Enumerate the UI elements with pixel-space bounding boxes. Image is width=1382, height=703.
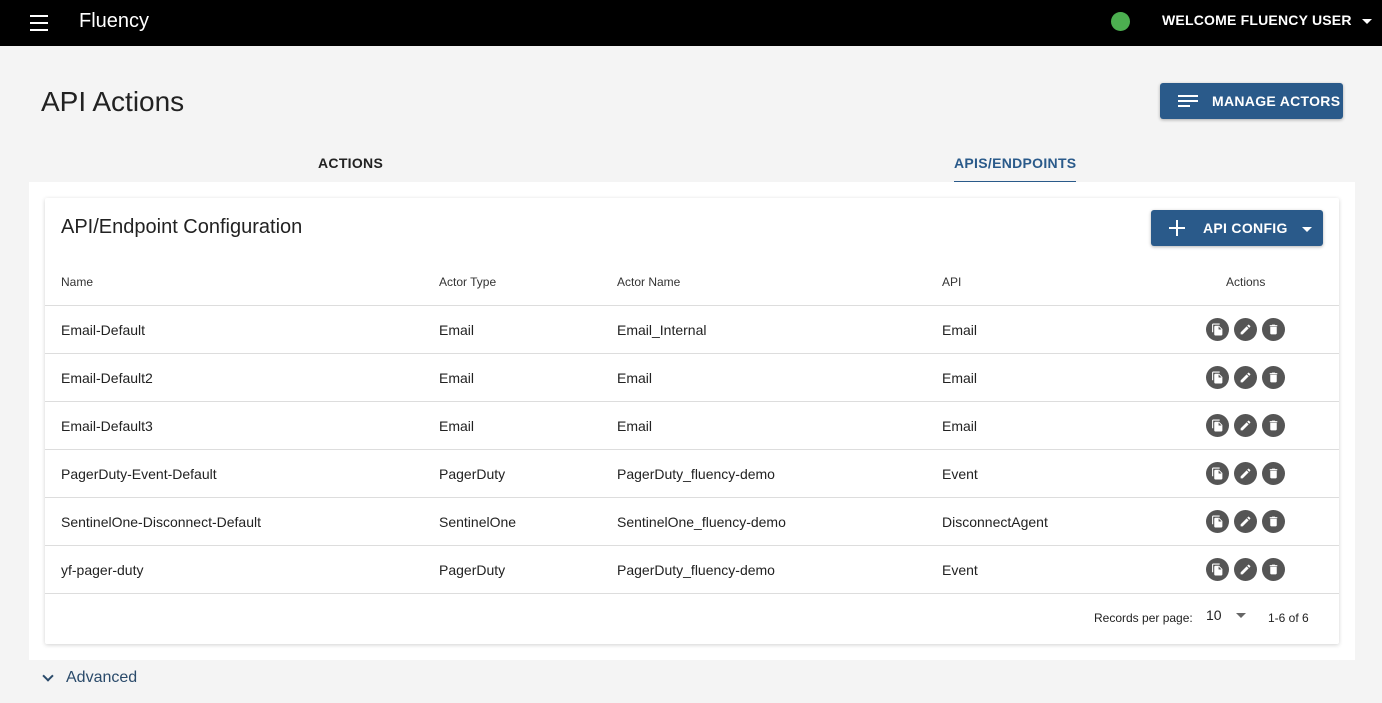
pagination-range: 1-6 of 6 xyxy=(1268,611,1309,625)
table-row: yf-pager-duty PagerDuty PagerDuty_fluency-… xyxy=(45,546,1339,594)
cell-name: SentinelOne-Disconnect-Default xyxy=(61,514,261,530)
cell-actor-type: PagerDuty xyxy=(439,466,506,482)
welcome-label: WELCOME FLUENCY USER xyxy=(1162,12,1352,28)
cell-api: Email xyxy=(942,370,978,386)
column-header-actions: Actions xyxy=(1226,275,1266,289)
records-per-page-select[interactable]: 10 xyxy=(1206,607,1246,623)
table-row: Email-Default2 Email Email Email xyxy=(45,354,1339,402)
row-actions xyxy=(1206,318,1285,341)
card-title: API/Endpoint Configuration xyxy=(61,216,303,238)
copy-icon[interactable] xyxy=(1206,510,1229,533)
manage-actors-button[interactable]: MANAGE ACTORS xyxy=(1160,83,1343,119)
table-footer: Records per page: 10 1-6 of 6 xyxy=(45,595,1339,643)
copy-icon[interactable] xyxy=(1206,318,1229,341)
cell-actor-type: Email xyxy=(439,322,475,338)
delete-icon[interactable] xyxy=(1262,462,1285,485)
edit-icon[interactable] xyxy=(1234,414,1257,437)
row-actions xyxy=(1206,558,1285,581)
cell-actor-type: PagerDuty xyxy=(439,562,506,578)
column-header-actor-type: Actor Type xyxy=(439,275,497,289)
list-icon xyxy=(1178,94,1198,108)
cell-api: Event xyxy=(942,466,978,482)
cell-name: PagerDuty-Event-Default xyxy=(61,466,217,482)
copy-icon[interactable] xyxy=(1206,462,1229,485)
manage-actors-label: MANAGE ACTORS xyxy=(1212,93,1341,109)
delete-icon[interactable] xyxy=(1262,510,1285,533)
cell-api: DisconnectAgent xyxy=(942,514,1048,530)
cell-actor-name: SentinelOne_fluency-demo xyxy=(617,514,786,530)
plus-icon xyxy=(1169,220,1185,236)
user-menu[interactable]: WELCOME FLUENCY USER xyxy=(1162,12,1372,28)
app-title: Fluency xyxy=(79,10,150,32)
cell-actor-name: Email xyxy=(617,418,653,434)
row-actions xyxy=(1206,414,1285,437)
delete-icon[interactable] xyxy=(1262,318,1285,341)
edit-icon[interactable] xyxy=(1234,366,1257,389)
cell-name: Email-Default2 xyxy=(61,370,153,386)
row-actions xyxy=(1206,366,1285,389)
caret-down-icon xyxy=(1301,227,1312,232)
cell-name: yf-pager-duty xyxy=(61,562,144,578)
menu-icon[interactable] xyxy=(24,12,54,34)
cell-name: Email-Default xyxy=(61,322,146,338)
cell-actor-name: Email xyxy=(617,370,653,386)
delete-icon[interactable] xyxy=(1262,366,1285,389)
caret-down-icon xyxy=(1361,19,1372,24)
cell-actor-type: Email xyxy=(439,370,475,386)
cell-api: Email xyxy=(942,418,978,434)
api-config-label: API CONFIG xyxy=(1203,220,1288,236)
cell-name: Email-Default3 xyxy=(61,418,153,434)
caret-down-icon xyxy=(1235,612,1246,618)
column-header-actor-name: Actor Name xyxy=(617,275,681,289)
copy-icon[interactable] xyxy=(1206,366,1229,389)
cell-api: Email xyxy=(942,322,978,338)
chevron-down-icon xyxy=(42,670,54,682)
status-indicator xyxy=(1111,12,1130,31)
cell-actor-name: PagerDuty_fluency-demo xyxy=(617,466,775,482)
page-title: API Actions xyxy=(41,86,185,117)
column-header-name: Name xyxy=(61,275,94,289)
column-header-api: API xyxy=(942,275,962,289)
delete-icon[interactable] xyxy=(1262,414,1285,437)
row-actions xyxy=(1206,510,1285,533)
table-header: Name Actor Type Actor Name API Actions xyxy=(45,260,1339,306)
edit-icon[interactable] xyxy=(1234,318,1257,341)
copy-icon[interactable] xyxy=(1206,558,1229,581)
cell-api: Event xyxy=(942,562,978,578)
tab-apis-endpoints[interactable]: APIS/ENDPOINTS xyxy=(954,155,1077,183)
cell-actor-type: SentinelOne xyxy=(439,514,517,530)
table-row: PagerDuty-Event-Default PagerDuty PagerDut… xyxy=(45,450,1339,498)
edit-icon[interactable] xyxy=(1234,510,1257,533)
row-actions xyxy=(1206,462,1285,485)
cell-actor-name: PagerDuty_fluency-demo xyxy=(617,562,775,578)
cell-actor-name: Email_Internal xyxy=(617,322,707,338)
edit-icon[interactable] xyxy=(1234,558,1257,581)
app-bar: Fluency WELCOME FLUENCY USER xyxy=(0,0,1382,46)
copy-icon[interactable] xyxy=(1206,414,1229,437)
tab-actions[interactable]: ACTIONS xyxy=(318,155,383,181)
table-row: Email-Default3 Email Email Email xyxy=(45,402,1339,450)
table-row: SentinelOne-Disconnect-Default SentinelOn… xyxy=(45,498,1339,546)
records-per-page-value: 10 xyxy=(1206,607,1222,623)
api-endpoint-card: API/Endpoint Configuration API CONFIG Na… xyxy=(45,198,1339,644)
advanced-toggle[interactable]: Advanced xyxy=(41,669,137,687)
delete-icon[interactable] xyxy=(1262,558,1285,581)
table-row: Email-Default Email Email_Internal Email xyxy=(45,306,1339,354)
records-per-page-label: Records per page: xyxy=(1094,611,1193,625)
edit-icon[interactable] xyxy=(1234,462,1257,485)
cell-actor-type: Email xyxy=(439,418,475,434)
advanced-label: Advanced xyxy=(66,669,138,686)
api-config-button[interactable]: API CONFIG xyxy=(1151,210,1323,246)
